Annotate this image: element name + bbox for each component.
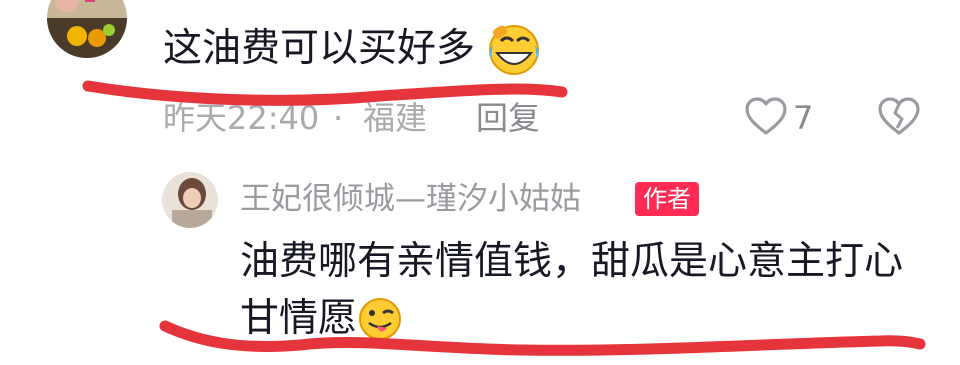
like-count: 7 [793, 99, 814, 137]
author-badge: 作者 [635, 182, 699, 216]
top-comment-text: 这油费可以买好多 [163, 26, 476, 71]
comment-time: 昨天22:40 [163, 99, 320, 137]
laughing-crying-emoji-icon [487, 23, 541, 81]
reply-button[interactable]: 回复 [476, 98, 540, 138]
meta-separator: · [333, 99, 344, 137]
heart-outline-icon[interactable] [744, 97, 788, 137]
reply-author-name[interactable]: 王妃很倾城—瑾汐小姑姑 [240, 179, 581, 219]
reply-avatar[interactable] [162, 172, 218, 228]
broken-heart-icon[interactable] [877, 97, 921, 137]
top-comment-avatar[interactable] [47, 0, 127, 58]
reply-text-line2: 甘情愿 [240, 296, 358, 341]
reply-text-line1: 油费哪有亲情值钱，甜瓜是心意主打心 [240, 239, 904, 284]
tongue-wink-emoji-icon [357, 296, 403, 346]
comment-location: 福建 [363, 99, 428, 137]
